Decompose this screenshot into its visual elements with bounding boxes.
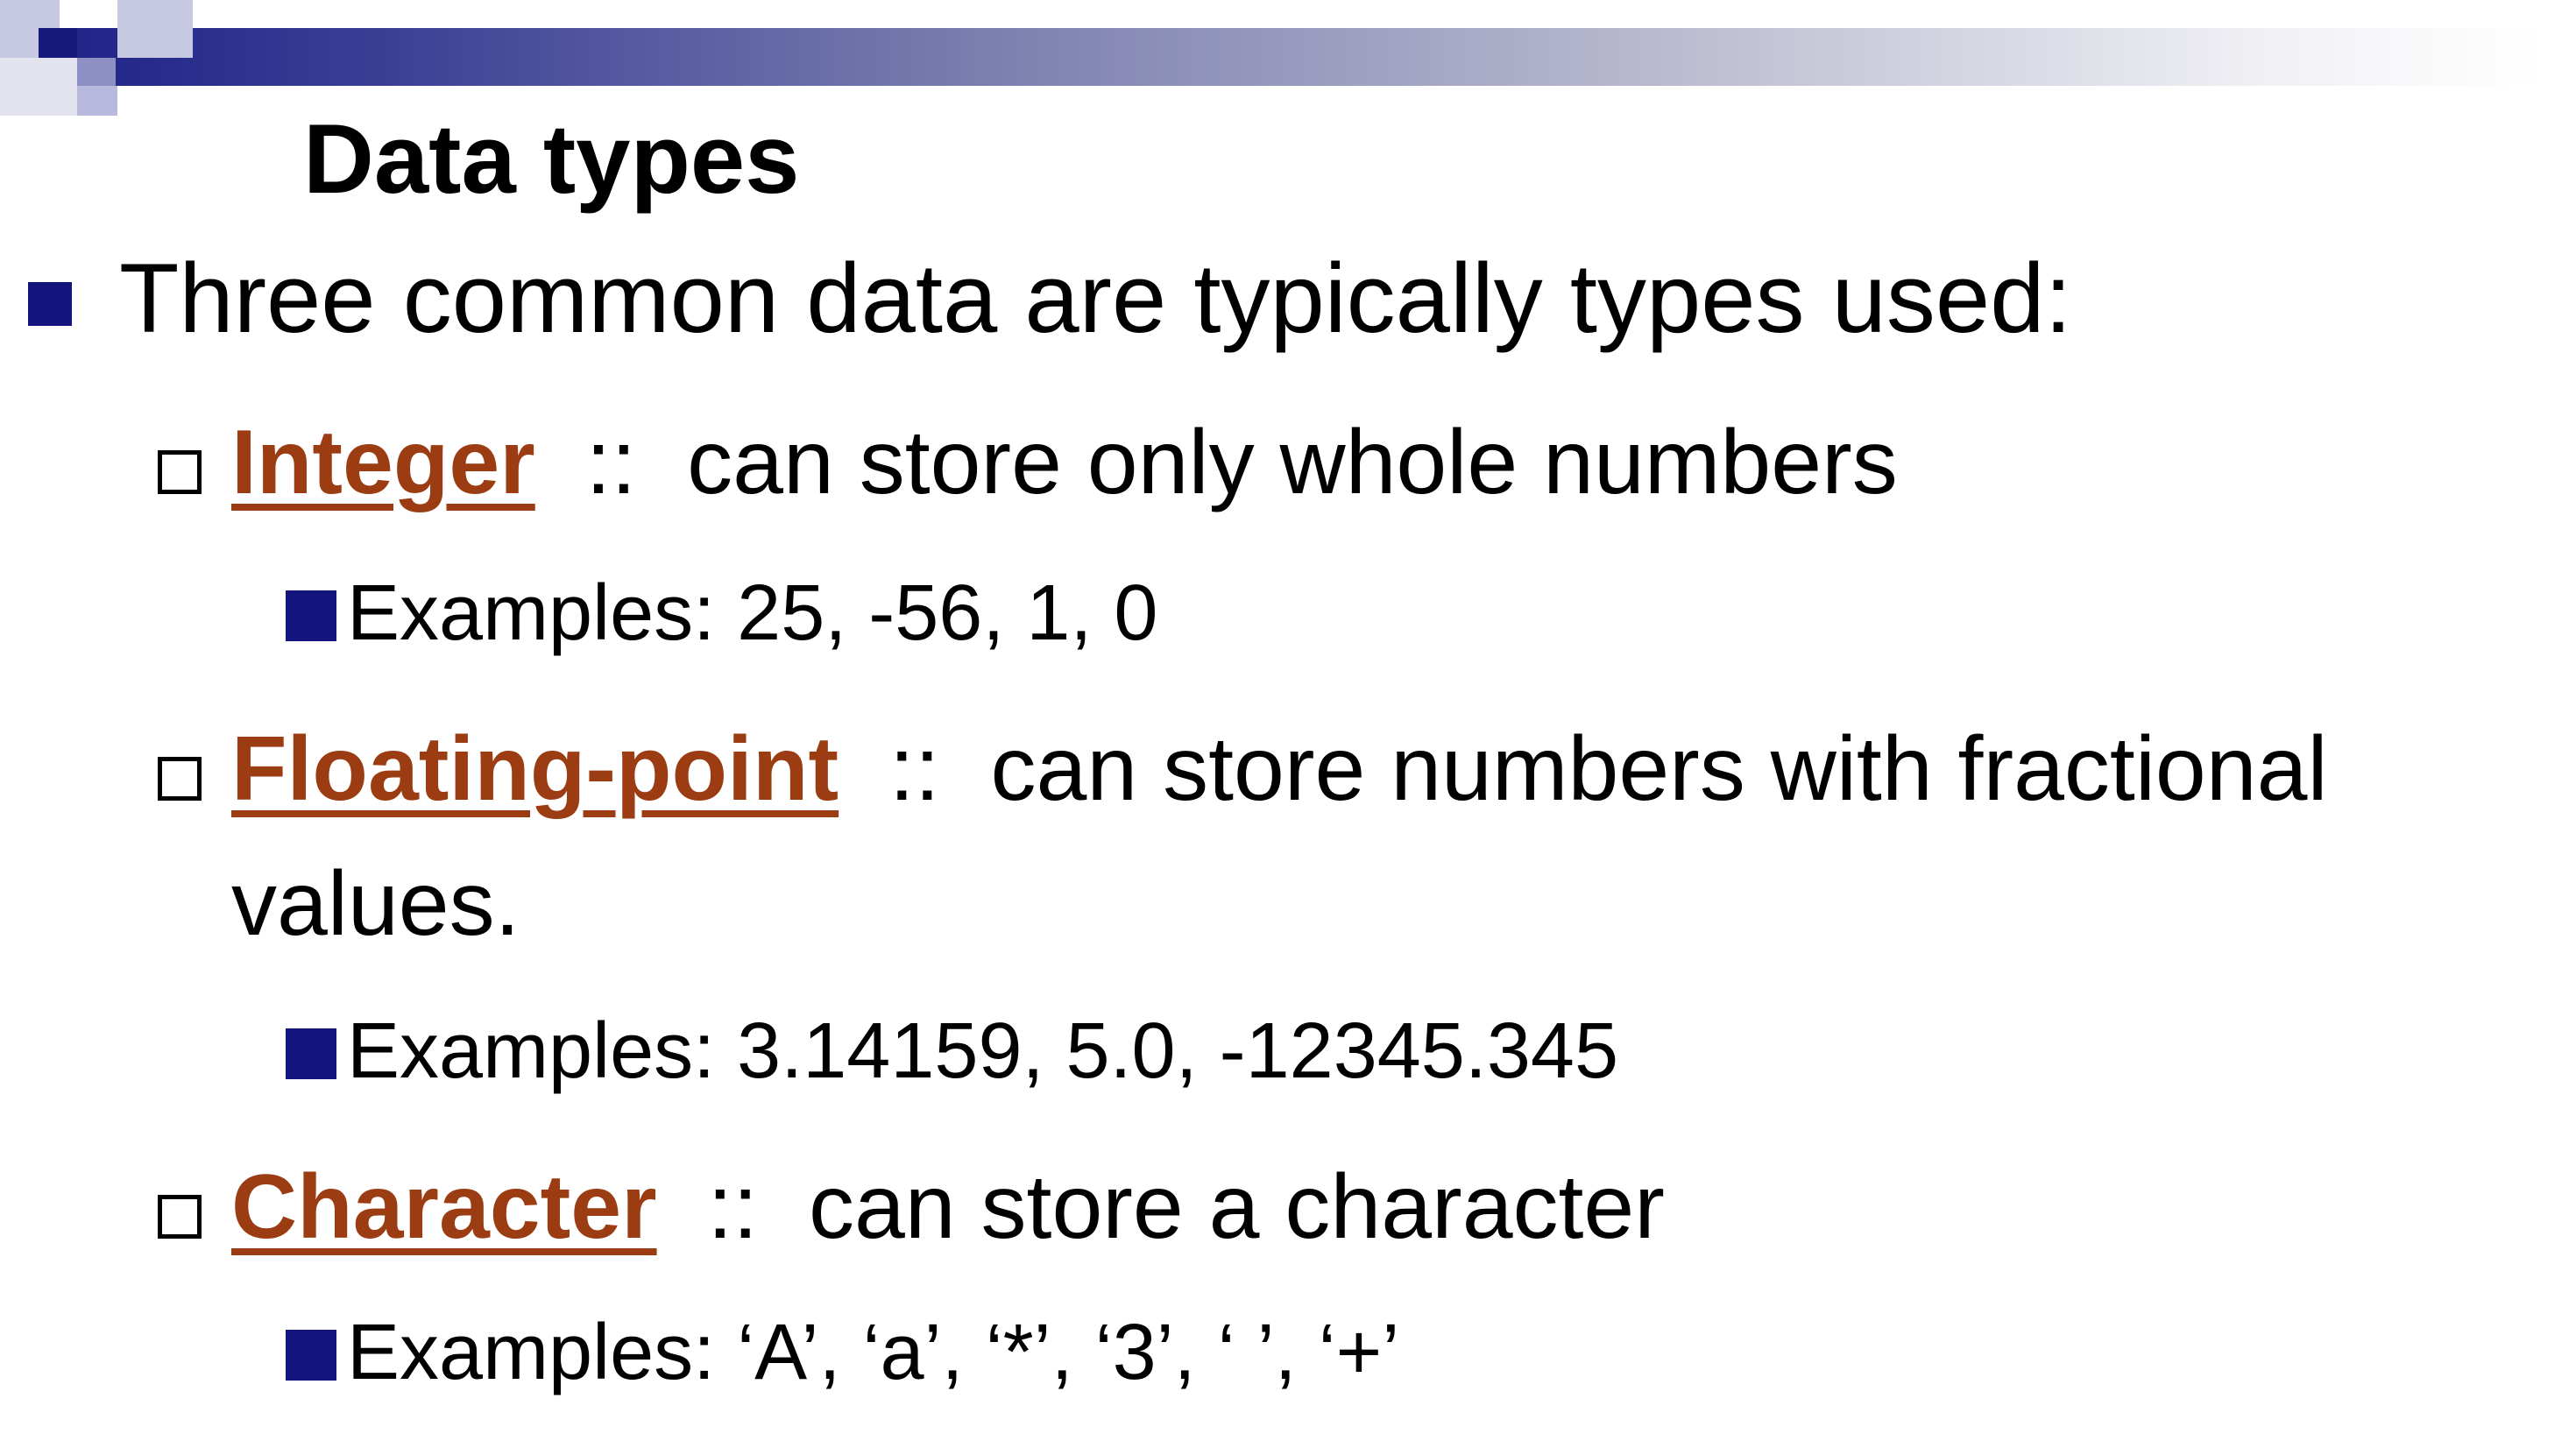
separator: :: [585,412,637,513]
term-integer: Integer [231,412,535,513]
filled-square-icon [286,590,336,641]
examples-character: Examples: ‘A’, ‘a’, ‘*’, ‘3’, ‘ ’, ‘+’ [347,1309,1400,1396]
term-floating-point: Floating-point [231,718,839,820]
separator: :: [888,718,940,820]
slide: Data types Three common data are typical… [0,0,2576,1448]
header-deco-square [117,0,193,58]
filled-square-icon [286,1028,336,1079]
examples-integer: Examples: 25, -56, 1, 0 [347,569,1158,657]
description-continuation: values. [231,853,520,955]
filled-square-icon [286,1330,336,1381]
hollow-square-icon [158,450,202,494]
list-item-integer: Integer :: can store only whole numbers [231,408,1898,518]
header-deco-square [39,28,77,58]
slide-title: Data types [303,104,800,214]
list-item-character: Character :: can store a character [231,1153,1665,1262]
hollow-square-icon [158,757,202,801]
header-deco-square [0,58,77,116]
hollow-square-icon [158,1195,202,1239]
intro-text: Three common data are typically types us… [119,244,2072,353]
list-item-floating-point: Floating-point :: can store numbers with… [231,715,2328,824]
header-gradient-band [0,28,2541,86]
description: can store a character [808,1156,1665,1258]
term-character: Character [231,1156,657,1258]
description: can store numbers with fractional [990,718,2328,820]
header-deco-square [77,86,117,116]
filled-square-icon [28,282,72,326]
examples-floating-point: Examples: 3.14159, 5.0, -12345.345 [347,1007,1619,1095]
description: can store only whole numbers [687,412,1898,513]
separator: :: [707,1156,759,1258]
